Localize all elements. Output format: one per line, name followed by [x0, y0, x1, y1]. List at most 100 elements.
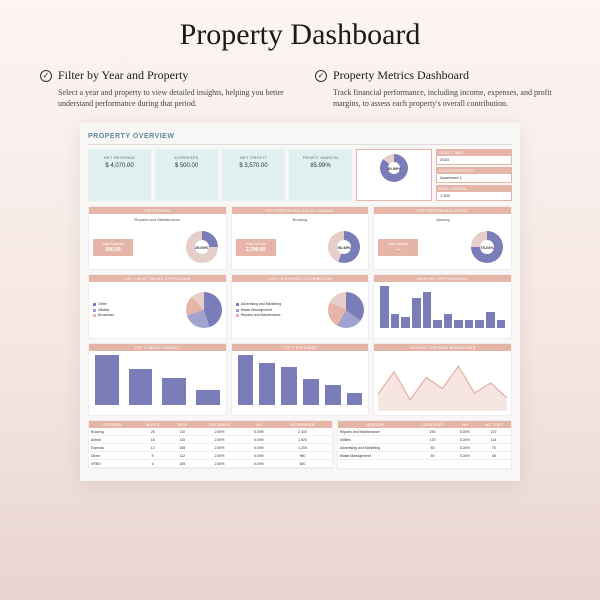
table-cell: Waste Management	[338, 452, 412, 460]
bar	[238, 355, 254, 405]
table-cell: 112	[170, 452, 195, 460]
bar	[486, 312, 495, 329]
kpi-label: NET REVENUE	[92, 155, 147, 160]
select-label: RENT CONTROL	[437, 186, 511, 192]
table-cell: 5.00%	[244, 460, 273, 468]
bar	[465, 320, 474, 328]
feature-desc: Track financial performance, including i…	[315, 87, 560, 109]
table-cell: 120	[412, 436, 453, 444]
table-cell: 105	[170, 460, 195, 468]
table-cell: VRBO	[89, 460, 136, 468]
table-cell: 2.50%	[195, 428, 244, 436]
expense-table: CATEGORYTOTAL COSTTAXNET COSTRepairs and…	[338, 421, 511, 460]
dashboard-panel: PROPERTY OVERVIEW NET REVENUE $ 4,070.00…	[80, 123, 520, 481]
section-sub: Booking	[232, 214, 369, 225]
feature-desc: Select a year and property to view detai…	[40, 87, 285, 109]
table-cell: 80	[412, 444, 453, 452]
section-header: MONTHLY PERFORMANCE	[374, 275, 511, 282]
badge-value: 500.00	[97, 247, 129, 253]
row-breakdown: TOP 4 SALES CHANNEL TOP 4 EXPENSES MONTH…	[88, 343, 512, 416]
check-icon: ✓	[40, 70, 52, 82]
kpi-value: $ 500.00	[159, 163, 214, 169]
table-row: Repairs and Maintenance2505.00%237	[338, 428, 511, 436]
monthly-bar-chart	[374, 282, 511, 338]
feature-metrics: ✓ Property Metrics Dashboard Track finan…	[315, 68, 560, 109]
expenses-bar-cell: TOP 4 EXPENSES	[231, 343, 370, 416]
features-row: ✓ Filter by Year and Property Select a y…	[0, 68, 600, 123]
check-icon: ✓	[315, 70, 327, 82]
select-year[interactable]: SELECT YEAR 2024	[436, 149, 512, 165]
bar	[325, 385, 341, 405]
feature-title-text: Property Metrics Dashboard	[333, 68, 469, 83]
feature-filter: ✓ Filter by Year and Property Select a y…	[40, 68, 285, 109]
bar	[380, 286, 389, 328]
table-cell: Airbnb	[89, 436, 136, 444]
table-header: NIGHTS	[136, 421, 170, 428]
table-cell: 2.50%	[195, 460, 244, 468]
bar	[129, 369, 153, 406]
pie-legend: Advertising and Marketing Waste Manageme…	[236, 302, 319, 319]
table-cell: 9	[136, 452, 170, 460]
table-cell: Advertising and Marketing	[338, 444, 412, 452]
rent-control: RENT CONTROL 1,500	[436, 185, 512, 201]
badge-value: 2,290.00	[240, 247, 272, 253]
stat-badge: Total Expense 500.00	[93, 239, 133, 256]
table-cell: 5.00%	[453, 436, 476, 444]
donut-chart: 75.24%	[471, 231, 503, 263]
target-pct: 85.99%	[380, 154, 408, 182]
kpi-value: $ 3,570.00	[226, 163, 281, 169]
donut-block: Total Income — 75.24%	[374, 225, 511, 269]
revenue-table-cell: CATEGORYNIGHTSRATEDISCOUNTSTAXNET REVENU…	[88, 420, 333, 469]
bar	[497, 320, 506, 328]
table-row: VRBO61052.50%5.00%600	[89, 460, 332, 468]
legend-item: Repairs and Maintenance	[241, 313, 281, 319]
table-cell: 237	[476, 428, 511, 436]
table-cell: 2.50%	[195, 452, 244, 460]
table-header: DISCOUNTS	[195, 421, 244, 428]
table-cell: Booking	[89, 428, 136, 436]
table-cell: 12	[136, 444, 170, 452]
pie-block: Advertising and Marketing Waste Manageme…	[232, 282, 369, 338]
top-channel-cell: TOP PERFORMING SALES CHANNEL Booking Tot…	[231, 206, 370, 270]
donut-pct: 25.00%	[186, 231, 218, 263]
kpi-right-column: 85.99%	[356, 149, 432, 201]
table-header: CATEGORY	[338, 421, 412, 428]
table-header: NET COST	[476, 421, 511, 428]
kpi-net-revenue: NET REVENUE $ 4,070.00	[88, 149, 151, 201]
kpi-label: NET PROFIT	[226, 155, 281, 160]
pie-chart	[328, 292, 364, 328]
table-cell: Utilities	[338, 436, 412, 444]
revenue-table: CATEGORYNIGHTSRATEDISCOUNTSTAXNET REVENU…	[89, 421, 332, 468]
section-header: TOP 4 MOST TAKING OPERATIONS	[89, 275, 226, 282]
kpi-value: 85.99%	[293, 163, 348, 169]
table-cell: 76	[476, 444, 511, 452]
row-distributions: TOP 4 MOST TAKING OPERATIONS Other Utili…	[88, 274, 512, 339]
donut-block: Total Income 2,290.00 56.49%	[232, 225, 369, 269]
table-cell: 5.00%	[244, 428, 273, 436]
row-top-categories: TOP EXPENSE Repairs and Maintenance Tota…	[88, 206, 512, 270]
table-cell: 108	[170, 444, 195, 452]
table-cell: 48	[476, 452, 511, 460]
expenses-pie-cell: TOP 4 EXPENSES DISTRIBUTION Advertising …	[231, 274, 370, 339]
section-sub: Repairs and Maintenance	[89, 214, 226, 225]
feature-title-text: Filter by Year and Property	[58, 68, 188, 83]
pie-block: Other Utilities Broadcast	[89, 282, 226, 338]
feature-title: ✓ Property Metrics Dashboard	[315, 68, 560, 83]
kpi-profit-margin: PROFIT MARGIN 85.99%	[289, 149, 352, 201]
expense-table-cell: CATEGORYTOTAL COSTTAXNET COSTRepairs and…	[337, 420, 512, 469]
table-cell: Repairs and Maintenance	[338, 428, 412, 436]
kpi-value: $ 4,070.00	[92, 163, 147, 169]
table-cell: 5.00%	[453, 444, 476, 452]
bar	[444, 314, 453, 328]
table-cell: 5.00%	[244, 436, 273, 444]
donut-pct: 75.24%	[471, 231, 503, 263]
stat-badge: Total Income 2,290.00	[236, 239, 276, 256]
select-property[interactable]: CHOOSE PROPERTY Apartment 1	[436, 167, 512, 183]
badge-title: Total Expense	[97, 242, 129, 246]
table-cell: 960	[273, 452, 331, 460]
legend-item: Broadcast	[98, 313, 114, 319]
donut-chart: 56.49%	[328, 231, 360, 263]
table-cell: 1,920	[273, 436, 331, 444]
yearly-target-box: 85.99%	[356, 149, 432, 201]
bar	[454, 320, 463, 328]
